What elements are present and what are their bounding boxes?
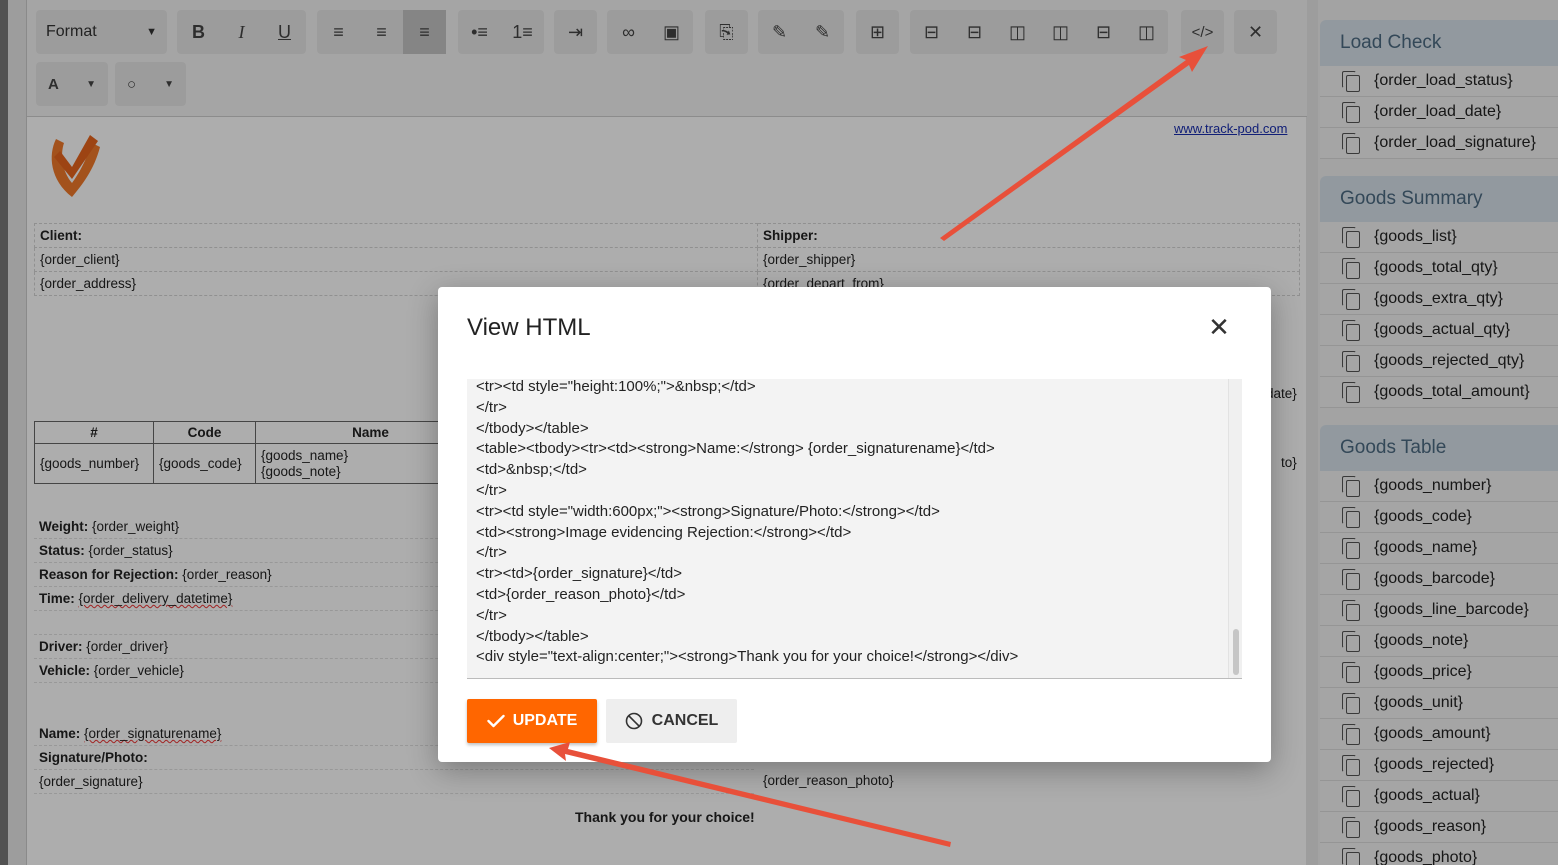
close-icon[interactable]: ✕ bbox=[1205, 313, 1233, 341]
check-icon bbox=[487, 714, 505, 728]
code-line: </tr> bbox=[476, 398, 507, 416]
update-button[interactable]: UPDATE bbox=[467, 699, 597, 743]
code-line: </tbody></table> bbox=[476, 419, 589, 437]
code-line: <td>{order_reason_photo}</td> bbox=[476, 585, 686, 603]
code-line: <tr><td style="height:100%;">&nbsp;</td> bbox=[476, 379, 756, 395]
cancel-button[interactable]: CANCEL bbox=[606, 699, 737, 743]
cancel-icon bbox=[625, 712, 642, 730]
code-line: </tbody></table> bbox=[476, 627, 589, 645]
code-line: </tr> bbox=[476, 606, 507, 624]
code-scrollbar[interactable] bbox=[1228, 379, 1242, 678]
code-line: <table><tbody><tr><td><strong>Name:</str… bbox=[476, 440, 995, 458]
code-line: <td>&nbsp;</td> bbox=[476, 461, 587, 479]
code-line: <div style="text-align:center;"><strong>… bbox=[476, 648, 1019, 666]
view-html-dialog: View HTML ✕ <tr><td style="height:100%;"… bbox=[438, 287, 1271, 762]
code-lines: <tr><td style="height:100%;">&nbsp;</td>… bbox=[467, 379, 1018, 668]
cancel-label: CANCEL bbox=[651, 712, 719, 729]
code-line: <tr><td>{order_signature}</td> bbox=[476, 565, 682, 583]
code-line: <td><strong>Image evidencing Rejection:<… bbox=[476, 523, 852, 541]
code-line: </tr> bbox=[476, 544, 507, 562]
code-line: </tr> bbox=[476, 481, 507, 499]
update-label: UPDATE bbox=[512, 712, 578, 729]
dialog-title: View HTML bbox=[467, 314, 591, 341]
html-code-editor[interactable]: <tr><td style="height:100%;">&nbsp;</td>… bbox=[467, 379, 1242, 679]
scrollbar-thumb[interactable] bbox=[1233, 629, 1239, 675]
code-line: <tr><td style="width:600px;"><strong>Sig… bbox=[476, 502, 940, 520]
